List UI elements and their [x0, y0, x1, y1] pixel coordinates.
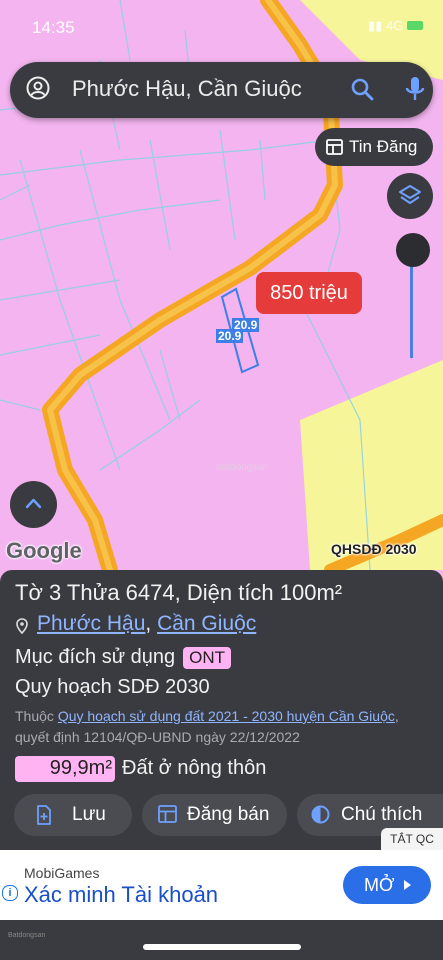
system-nav-bar	[0, 920, 443, 960]
svg-text:batdongsan: batdongsan	[216, 462, 268, 473]
district-link[interactable]: Cần Giuộc	[157, 612, 256, 635]
mic-icon[interactable]	[404, 76, 426, 102]
chevron-up-icon	[25, 498, 42, 509]
signal-icon: ▮▮	[368, 18, 383, 33]
home-indicator[interactable]	[143, 944, 301, 950]
network-label: 4G	[386, 18, 404, 33]
search-icon[interactable]	[350, 77, 374, 101]
ad-open-button[interactable]: MỞ	[343, 866, 431, 904]
purpose-code-badge: ONT	[183, 647, 232, 669]
plan-note-prefix: Thuộc	[15, 708, 54, 724]
save-label: Lưu	[72, 804, 106, 825]
hide-ad-button[interactable]: TẮT QC	[381, 828, 443, 850]
app-logo-small: Batdongsan	[8, 932, 46, 939]
post-sale-button[interactable]: Đăng bán	[142, 794, 287, 836]
plan-note: Thuộc Quy hoạch sử dụng đất 2021 - 2030 …	[15, 706, 425, 748]
opacity-slider-handle[interactable]	[396, 233, 430, 267]
purpose-label: Mục đích sử dụng	[15, 646, 176, 668]
google-logo: Google	[6, 538, 82, 563]
status-time: 14:35	[32, 18, 75, 37]
price-tag[interactable]: 850 triệu	[256, 272, 362, 314]
status-bar: 14:35 ▮▮ 4G	[0, 0, 443, 52]
legend-label: Chú thích	[341, 804, 423, 825]
land-use-purpose: Mục đích sử dụng ONT	[15, 646, 232, 669]
area-badge: 99,9m²	[15, 756, 115, 782]
info-icon[interactable]: i	[2, 885, 18, 901]
area-value: 99,9m²	[49, 757, 112, 779]
status-network: ▮▮ 4G	[368, 18, 423, 34]
ad-title: Xác minh Tài khoản	[24, 882, 219, 907]
expand-panel-button[interactable]	[10, 481, 57, 528]
add-file-icon	[37, 805, 51, 825]
parcel-title: Tờ 3 Thửa 6474, Diện tích 100m²	[15, 580, 343, 605]
location-separator: ,	[145, 612, 152, 635]
map-layer-label: QHSDĐ 2030	[331, 541, 417, 557]
plan-link[interactable]: Quy hoạch sử dụng đất 2021 - 2030 huyện …	[58, 708, 395, 724]
area-description: Đất ở nông thôn	[122, 757, 267, 779]
plan-label: Quy hoạch SDĐ 2030	[15, 676, 210, 698]
post-sale-label: Đăng bán	[187, 804, 270, 825]
dimension-label-bottom: 20.9	[216, 329, 244, 343]
search-input[interactable]: Phước Hậu, Cần Giuộc	[72, 76, 302, 102]
parcel-info-panel: Tờ 3 Thửa 6474, Diện tích 100m² Phước Hậ…	[0, 570, 443, 855]
tin-dang-button[interactable]: Tin Đăng	[315, 128, 433, 166]
account-icon[interactable]	[26, 76, 50, 100]
battery-icon	[407, 21, 423, 30]
ad-brand: MobiGames	[24, 865, 100, 881]
contrast-icon	[311, 805, 330, 824]
ad-banner[interactable]: i MobiGames Xác minh Tài khoản MỞ	[0, 850, 443, 920]
save-button[interactable]: Lưu	[14, 794, 132, 836]
listing-icon	[158, 805, 177, 823]
location-pin-icon	[16, 618, 28, 634]
listing-icon	[326, 139, 343, 155]
layers-button[interactable]	[387, 173, 433, 219]
ad-open-label: MỞ	[364, 875, 395, 895]
layers-icon	[399, 185, 421, 204]
commune-link[interactable]: Phước Hậu	[37, 612, 145, 635]
tin-dang-label: Tin Đăng	[349, 137, 418, 156]
parcel-location: Phước Hậu, Cần Giuộc	[37, 612, 256, 636]
search-bar[interactable]: Phước Hậu, Cần Giuộc	[10, 62, 433, 118]
play-arrow-icon	[404, 880, 411, 890]
